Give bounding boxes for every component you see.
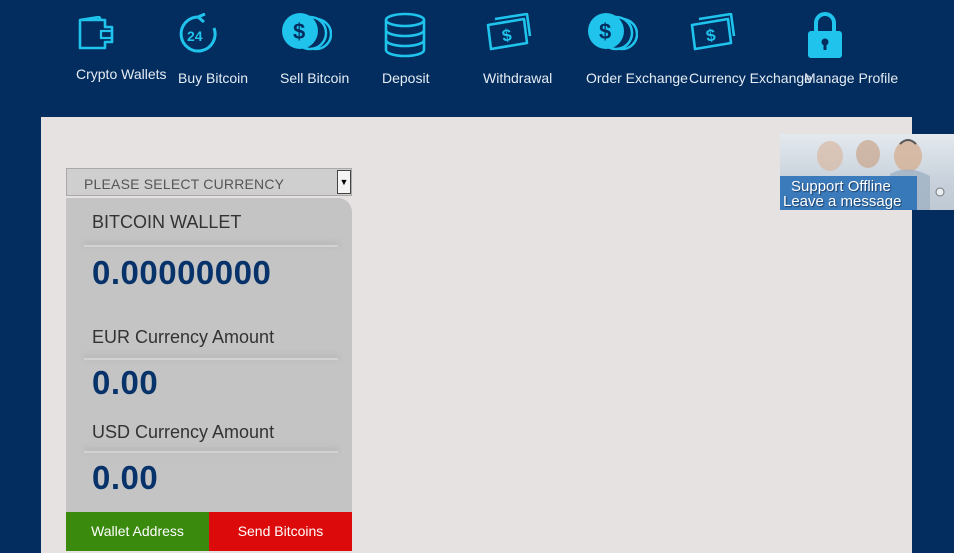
banknote-icon: $ xyxy=(690,13,736,51)
nav-label: Withdrawal xyxy=(483,70,553,86)
currency-select[interactable]: PLEASE SELECT CURRENCY ▼ xyxy=(66,168,352,196)
nav-label: Manage Profile xyxy=(804,70,899,86)
svg-text:$: $ xyxy=(599,19,611,44)
nav-label: Deposit xyxy=(382,70,430,86)
eur-label: EUR Currency Amount xyxy=(92,327,275,347)
support-leave-message: Leave a message xyxy=(783,193,902,210)
banknote-icon: $ xyxy=(486,13,532,51)
support-widget[interactable]: Support Offline Leave a message xyxy=(780,134,954,210)
currency-select-value: PLEASE SELECT CURRENCY xyxy=(84,176,285,192)
nav-label: Order Exchange xyxy=(586,70,688,86)
svg-text:$: $ xyxy=(293,19,305,44)
database-icon xyxy=(384,12,426,58)
divider xyxy=(84,358,338,360)
nav-label: Currency Exchange xyxy=(689,70,812,86)
lock-icon xyxy=(808,12,842,58)
wallet-address-button[interactable]: Wallet Address xyxy=(66,512,209,551)
svg-text:$: $ xyxy=(501,25,514,45)
svg-text:$: $ xyxy=(705,25,718,45)
usd-value: 0.00 xyxy=(92,459,159,496)
divider xyxy=(84,451,338,453)
divider xyxy=(84,245,338,247)
eur-value: 0.00 xyxy=(92,364,159,401)
bitcoin-wallet-card: BITCOIN WALLET 0.00000000 EUR Currency A… xyxy=(66,198,352,512)
nav-label: Crypto Wallets xyxy=(76,66,167,82)
send-bitcoins-button[interactable]: Send Bitcoins xyxy=(209,512,352,551)
chevron-down-icon[interactable]: ▼ xyxy=(337,170,351,194)
nav-label: Sell Bitcoin xyxy=(280,70,350,86)
wallet-icon xyxy=(78,16,114,50)
nav-label: Buy Bitcoin xyxy=(178,70,249,86)
svg-text:24: 24 xyxy=(187,28,203,44)
btc-balance: 0.00000000 xyxy=(92,254,272,291)
coins-icon: $ xyxy=(282,13,332,51)
wallet-title: BITCOIN WALLET xyxy=(92,212,242,232)
usd-label: USD Currency Amount xyxy=(92,422,275,442)
coins-icon: $ xyxy=(588,13,638,51)
clock-24-icon: 24 xyxy=(179,13,217,53)
